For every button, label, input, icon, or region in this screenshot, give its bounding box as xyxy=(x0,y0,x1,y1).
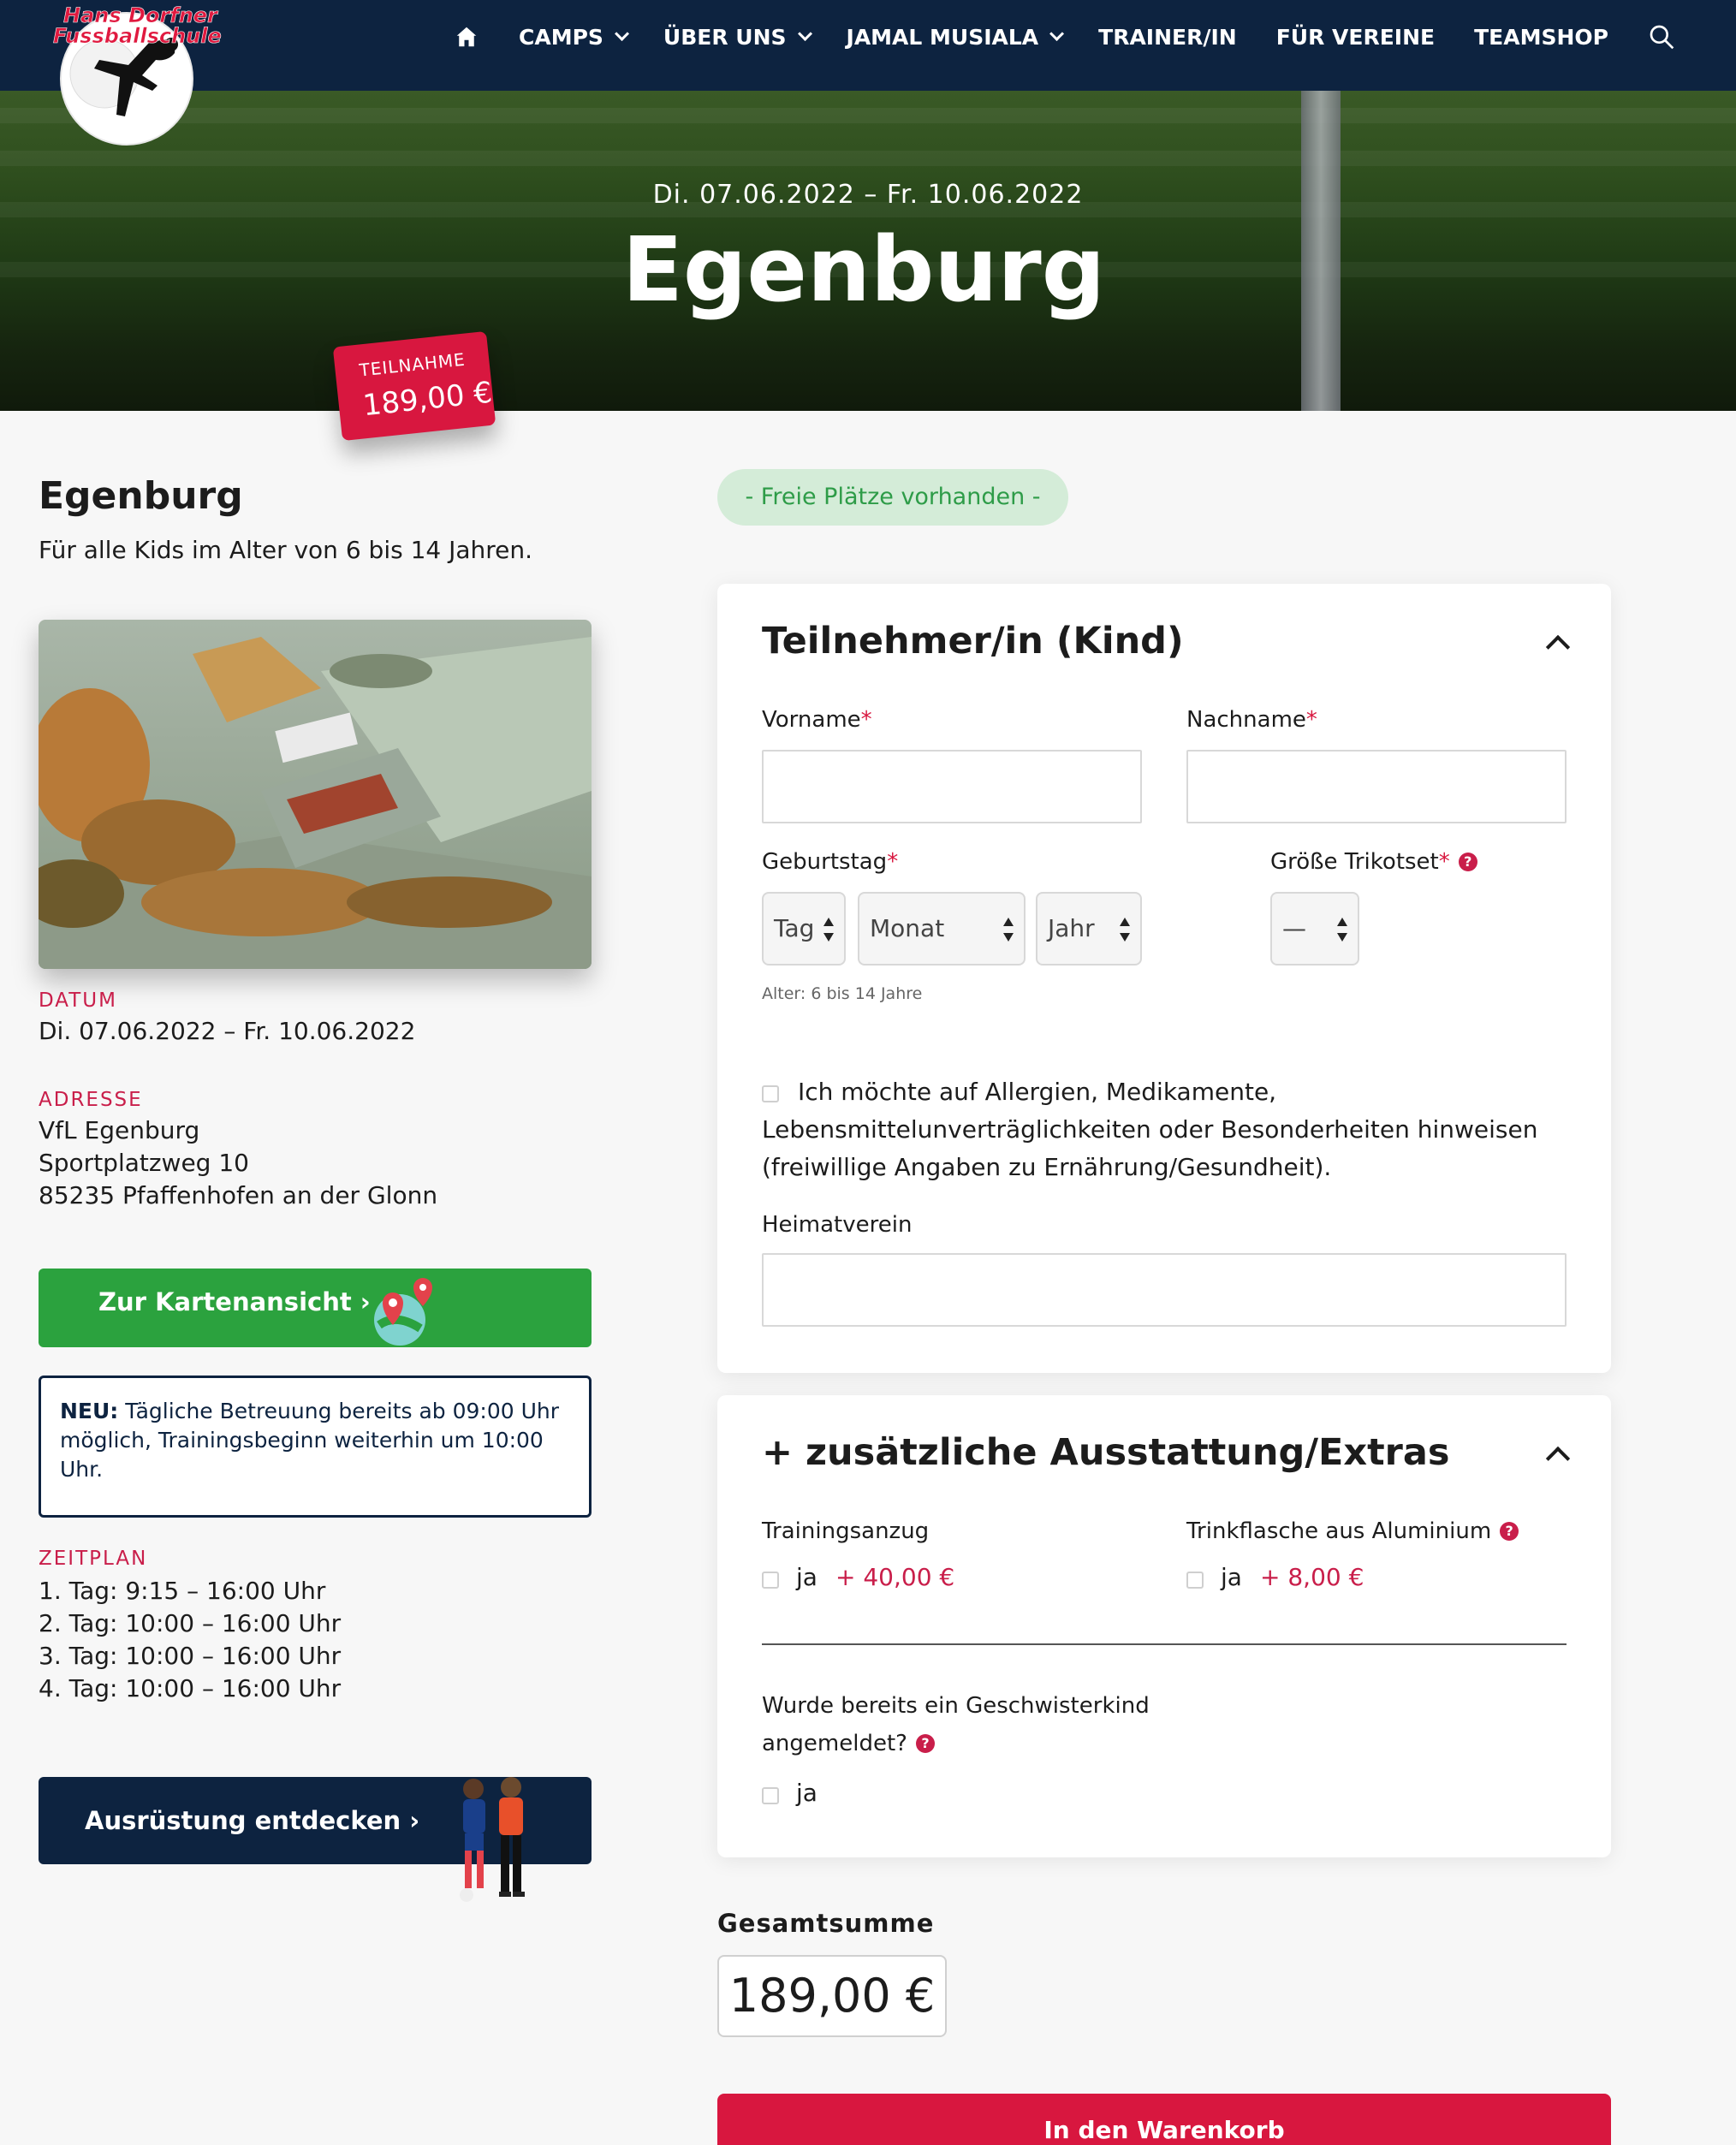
chevron-up-icon[interactable] xyxy=(1545,1446,1571,1471)
date-value: Di. 07.06.2022 – Fr. 10.06.2022 xyxy=(39,1017,416,1045)
extras-card-title: + zusätzliche Ausstattung/Extras xyxy=(762,1431,1450,1474)
map-view-button[interactable]: Zur Kartenansicht › xyxy=(39,1269,592,1347)
address-label: ADRESSE xyxy=(39,1089,143,1111)
select-arrows-icon xyxy=(1120,918,1130,942)
birthday-day-select[interactable]: Tag xyxy=(762,892,846,966)
sibling-question-line2: angemeldet?? xyxy=(762,1731,935,1756)
notice-box: NEU: Tägliche Betreuung bereits ab 09:00… xyxy=(39,1376,592,1518)
nav-item-jamal-musiala[interactable]: JAMAL MUSIALA xyxy=(847,25,1065,50)
last-name-input[interactable] xyxy=(1186,750,1567,823)
allergy-text: Ich möchte auf Allergien, Medikamente, L… xyxy=(762,1078,1538,1181)
kids-players-image xyxy=(460,1777,525,1902)
bottle-option: ja xyxy=(1221,1563,1242,1591)
schedule-item: 4. Tag: 10:00 – 16:00 Uhr xyxy=(39,1674,342,1702)
select-arrows-icon xyxy=(1003,918,1014,942)
birthday-label: Geburtstag* xyxy=(762,849,899,875)
schedule-item: 2. Tag: 10:00 – 16:00 Uhr xyxy=(39,1609,342,1637)
extras-card: + zusätzliche Ausstattung/Extras Trainin… xyxy=(717,1395,1611,1857)
venue-aerial-photo xyxy=(39,620,592,969)
first-name-input[interactable] xyxy=(762,750,1142,823)
birthday-year-select[interactable]: Jahr xyxy=(1036,892,1142,966)
site-logo[interactable]: Hans Dorfner Fussballschule xyxy=(51,0,222,147)
chevron-down-icon xyxy=(614,26,629,41)
hero-banner: Di. 07.06.2022 – Fr. 10.06.2022 Egenburg xyxy=(0,91,1736,411)
nav-item-teamshop[interactable]: TEAMSHOP xyxy=(1474,25,1608,50)
participant-card-title: Teilnehmer/in (Kind) xyxy=(762,620,1184,663)
logo-text-line2: Fussballschule xyxy=(53,24,222,48)
address-line-2: Sportplatzweg 10 xyxy=(39,1149,249,1177)
nav-menu: CAMPS ÜBER UNS JAMAL MUSIALA TRAINER/IN … xyxy=(454,0,1675,74)
help-icon[interactable]: ? xyxy=(1458,853,1477,871)
price-tag: TEILNAHME 189,00 € xyxy=(332,330,496,442)
shirt-size-label: Größe Trikotset*? xyxy=(1270,849,1477,875)
logo-text-line1: Hans Dorfner xyxy=(63,3,218,27)
notice-text: Tägliche Betreuung bereits ab 09:00 Uhr … xyxy=(60,1399,560,1482)
nav-item-camps[interactable]: CAMPS xyxy=(519,25,629,50)
select-arrows-icon xyxy=(1337,918,1347,942)
sibling-question-line1: Wurde bereits ein Geschwisterkind xyxy=(762,1693,1150,1719)
nav-item-fuer-vereine[interactable]: FÜR VEREINE xyxy=(1276,25,1435,50)
bottle-label: Trinkflasche aus Aluminium? xyxy=(1186,1518,1519,1544)
chevron-down-icon xyxy=(1049,26,1065,41)
last-name-label: Nachname* xyxy=(1186,707,1317,733)
sibling-option: ja xyxy=(796,1779,817,1807)
nav-item-ueber-uns[interactable]: ÜBER UNS xyxy=(663,25,812,50)
bottle-checkbox[interactable] xyxy=(1186,1572,1204,1589)
participant-card: Teilnehmer/in (Kind) Vorname* Nachname* … xyxy=(717,584,1611,1373)
home-icon[interactable] xyxy=(454,24,479,50)
notice-bold: NEU: xyxy=(60,1399,119,1423)
chevron-down-icon xyxy=(797,26,812,41)
gear-discover-button[interactable]: Ausrüstung entdecken › xyxy=(39,1777,592,1902)
address-line-3: 85235 Pfaffenhofen an der Glonn xyxy=(39,1181,438,1209)
total-label: Gesamtsumme xyxy=(717,1909,935,1938)
tracksuit-checkbox[interactable] xyxy=(762,1572,779,1589)
price-tag-value: 189,00 € xyxy=(361,375,494,424)
price-tag-label: TEILNAHME xyxy=(358,348,467,381)
club-label: Heimatverein xyxy=(762,1212,913,1238)
tracksuit-label: Trainingsanzug xyxy=(762,1518,930,1544)
address-line-1: VfL Egenburg xyxy=(39,1116,200,1144)
total-value: 189,00 € xyxy=(717,1955,947,2037)
camp-title: Egenburg xyxy=(39,474,243,518)
top-navigation: CAMPS ÜBER UNS JAMAL MUSIALA TRAINER/IN … xyxy=(0,0,1736,91)
hero-date: Di. 07.06.2022 – Fr. 10.06.2022 xyxy=(652,180,1084,210)
age-hint: Alter: 6 bis 14 Jahre xyxy=(762,984,923,1003)
tracksuit-option: ja xyxy=(796,1563,817,1591)
date-label: DATUM xyxy=(39,989,117,1012)
birthday-month-select[interactable]: Monat xyxy=(858,892,1026,966)
help-icon[interactable]: ? xyxy=(915,1734,935,1753)
add-to-cart-button[interactable]: In den Warenkorb xyxy=(717,2094,1611,2145)
bottle-price: + 8,00 € xyxy=(1260,1563,1364,1591)
help-icon[interactable]: ? xyxy=(1500,1522,1519,1541)
tracksuit-price: + 40,00 € xyxy=(835,1563,955,1591)
map-pin-icon xyxy=(374,1278,432,1346)
schedule-item: 3. Tag: 10:00 – 16:00 Uhr xyxy=(39,1642,342,1670)
club-input[interactable] xyxy=(762,1253,1567,1327)
search-icon[interactable] xyxy=(1648,23,1675,51)
chevron-up-icon[interactable] xyxy=(1545,634,1571,660)
schedule-item: 1. Tag: 9:15 – 16:00 Uhr xyxy=(39,1577,326,1605)
select-arrows-icon xyxy=(823,918,834,942)
camp-subtitle: Für alle Kids im Alter von 6 bis 14 Jahr… xyxy=(39,536,533,564)
shirt-size-select[interactable]: — xyxy=(1270,892,1359,966)
hero-title: Egenburg xyxy=(621,217,1106,322)
schedule-label: ZEITPLAN xyxy=(39,1548,148,1570)
availability-badge: - Freie Plätze vorhanden - xyxy=(717,469,1068,526)
nav-item-trainer[interactable]: TRAINER/IN xyxy=(1098,25,1237,50)
first-name-label: Vorname* xyxy=(762,707,872,733)
map-view-button-label: Zur Kartenansicht › xyxy=(98,1287,371,1316)
gear-discover-button-label: Ausrüstung entdecken › xyxy=(85,1806,420,1835)
sibling-checkbox[interactable] xyxy=(762,1787,779,1804)
divider xyxy=(762,1643,1567,1645)
